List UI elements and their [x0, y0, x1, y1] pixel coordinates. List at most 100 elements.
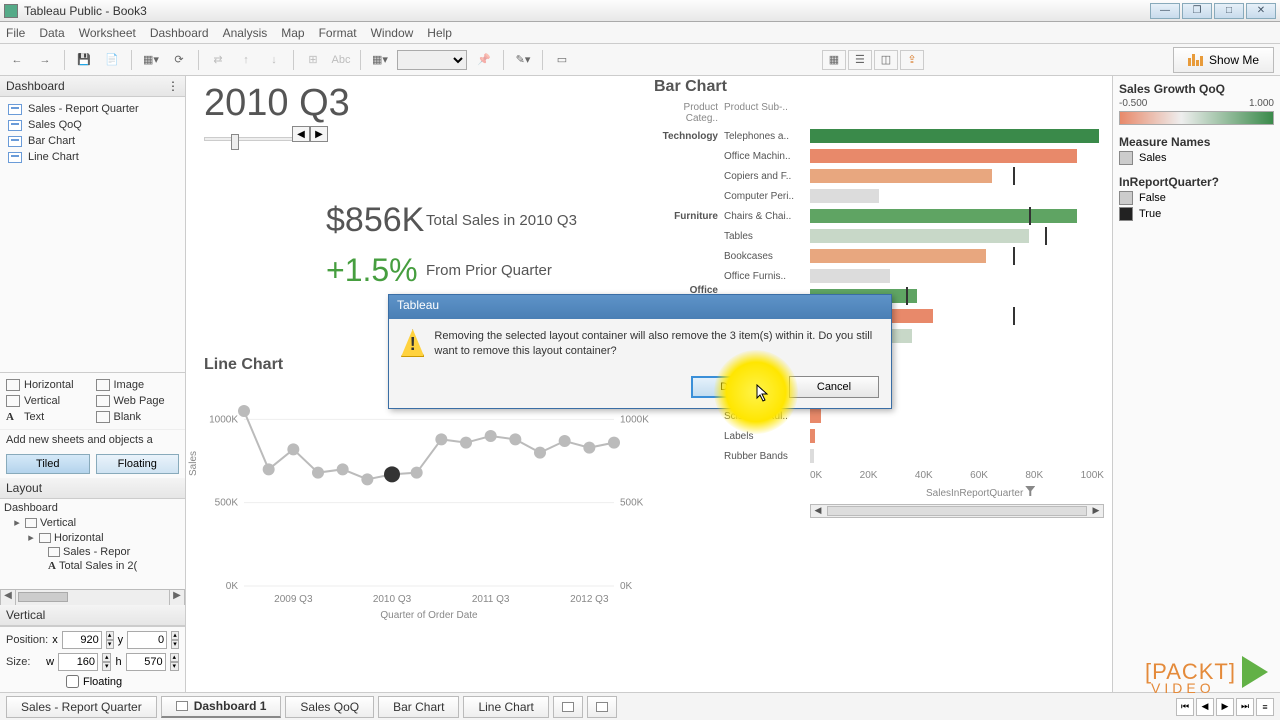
- tab-prev-button[interactable]: ◀: [1196, 698, 1214, 716]
- highlight-button[interactable]: ✎▾: [512, 49, 534, 71]
- new-dashboard-button[interactable]: [587, 696, 617, 718]
- tab-bar-chart[interactable]: Bar Chart: [378, 696, 459, 718]
- sheet-item[interactable]: Sales QoQ: [4, 117, 181, 133]
- swap-button[interactable]: ⇄: [207, 49, 229, 71]
- datasource-button[interactable]: ▦▾: [140, 49, 162, 71]
- bar-row[interactable]: Tables: [654, 226, 1104, 246]
- object-horizontal[interactable]: Horizontal: [6, 379, 90, 391]
- prev-quarter-button[interactable]: ◀: [292, 126, 310, 142]
- legend-swatch: [1119, 207, 1133, 221]
- tab-last-button[interactable]: ⏭: [1236, 698, 1254, 716]
- tree-row[interactable]: Dashboard: [4, 501, 181, 515]
- label-button[interactable]: Abc: [330, 49, 352, 71]
- tab-dashboard1[interactable]: Dashboard 1: [161, 696, 282, 718]
- delete-button[interactable]: Delete: [691, 376, 781, 398]
- bar-row[interactable]: Labels: [654, 426, 1104, 446]
- menu-dashboard[interactable]: Dashboard: [150, 26, 209, 40]
- view-grid-icon[interactable]: ▦: [822, 50, 846, 70]
- legend-swatch: [1119, 151, 1133, 165]
- floating-checkbox[interactable]: [66, 675, 79, 688]
- sheet-item[interactable]: Bar Chart: [4, 133, 181, 149]
- bar-row[interactable]: Bookcases: [654, 246, 1104, 266]
- back-button[interactable]: ←: [6, 49, 28, 71]
- fit-select[interactable]: [397, 50, 467, 70]
- tree-row[interactable]: ▸Horizontal: [4, 530, 181, 545]
- chevron-down-icon[interactable]: ▸: [12, 516, 22, 529]
- object-text[interactable]: AText: [6, 411, 90, 423]
- show-me-button[interactable]: Show Me: [1173, 47, 1274, 73]
- legend-item-false[interactable]: False: [1119, 191, 1274, 205]
- menu-help[interactable]: Help: [427, 26, 452, 40]
- svg-text:500K: 500K: [215, 498, 239, 509]
- menu-analysis[interactable]: Analysis: [223, 26, 268, 40]
- view-list-icon[interactable]: ☰: [848, 50, 872, 70]
- view-card-icon[interactable]: ◫: [874, 50, 898, 70]
- pin-button[interactable]: 📌: [473, 49, 495, 71]
- sheet-item[interactable]: Sales - Report Quarter: [4, 101, 181, 117]
- presentation-button[interactable]: ▭: [551, 49, 573, 71]
- bar-row[interactable]: Scissors, Rul..: [654, 406, 1104, 426]
- forward-button[interactable]: →: [34, 49, 56, 71]
- bar-row[interactable]: Computer Peri..: [654, 186, 1104, 206]
- tab-line-chart[interactable]: Line Chart: [463, 696, 548, 718]
- save-button[interactable]: 💾: [73, 49, 95, 71]
- restore-button[interactable]: ❐: [1182, 3, 1212, 19]
- tiled-button[interactable]: Tiled: [6, 454, 90, 474]
- spinner[interactable]: ▴▾: [106, 631, 114, 649]
- bar-hscroll[interactable]: ◀▶: [810, 504, 1104, 518]
- object-vertical[interactable]: Vertical: [6, 395, 90, 407]
- refresh-button[interactable]: ⟳: [168, 49, 190, 71]
- object-webpage[interactable]: Web Page: [96, 395, 180, 407]
- spinner[interactable]: ▴▾: [102, 653, 111, 671]
- bar-col1: Product Categ..: [654, 102, 724, 124]
- new-button[interactable]: 📄: [101, 49, 123, 71]
- line-chart[interactable]: 0K0K500K500K1000K1000K2009 Q32010 Q32011…: [204, 376, 654, 626]
- upload-icon[interactable]: ⇪: [900, 50, 924, 70]
- maximize-button[interactable]: □: [1214, 3, 1244, 19]
- menu-format[interactable]: Format: [319, 26, 357, 40]
- legend-item[interactable]: Sales: [1119, 151, 1274, 165]
- pos-x-input[interactable]: [62, 631, 102, 649]
- tree-hscroll[interactable]: ◀▶: [0, 589, 185, 605]
- panel-menu-icon[interactable]: ⋮: [167, 79, 179, 93]
- sort-asc-button[interactable]: ↑: [235, 49, 257, 71]
- spinner[interactable]: ▴▾: [171, 631, 179, 649]
- menu-data[interactable]: Data: [39, 26, 64, 40]
- sheet-item[interactable]: Line Chart: [4, 149, 181, 165]
- floating-button[interactable]: Floating: [96, 454, 180, 474]
- chevron-down-icon[interactable]: ▸: [26, 531, 36, 544]
- bar-row[interactable]: Copiers and F..: [654, 166, 1104, 186]
- menu-window[interactable]: Window: [371, 26, 414, 40]
- next-quarter-button[interactable]: ▶: [310, 126, 328, 142]
- tree-row[interactable]: ▸Vertical: [4, 515, 181, 530]
- bar-row[interactable]: Office Furnis..: [654, 266, 1104, 286]
- tree-row[interactable]: ATotal Sales in 2(: [4, 559, 181, 573]
- spinner[interactable]: ▴▾: [170, 653, 179, 671]
- bar-row[interactable]: Office Machin..: [654, 146, 1104, 166]
- pos-y-input[interactable]: [127, 631, 167, 649]
- tree-row[interactable]: Sales - Repor: [4, 545, 181, 559]
- group-button[interactable]: ⊞: [302, 49, 324, 71]
- sort-desc-button[interactable]: ↓: [263, 49, 285, 71]
- new-sheet-button[interactable]: [553, 696, 583, 718]
- chart-type-button[interactable]: ▦▾: [369, 49, 391, 71]
- bar-row[interactable]: Furniture Chairs & Chai..: [654, 206, 1104, 226]
- menu-file[interactable]: File: [6, 26, 25, 40]
- tab-sales-report[interactable]: Sales - Report Quarter: [6, 696, 157, 718]
- minimize-button[interactable]: —: [1150, 3, 1180, 19]
- tab-sales-qoq[interactable]: Sales QoQ: [285, 696, 374, 718]
- legend-item-true[interactable]: True: [1119, 207, 1274, 221]
- object-image[interactable]: Image: [96, 379, 180, 391]
- bar-row[interactable]: Technology Telephones a..: [654, 126, 1104, 146]
- tab-list-button[interactable]: ≡: [1256, 698, 1274, 716]
- size-h-input[interactable]: [126, 653, 166, 671]
- tab-next-button[interactable]: ▶: [1216, 698, 1234, 716]
- size-w-input[interactable]: [58, 653, 98, 671]
- menu-worksheet[interactable]: Worksheet: [79, 26, 136, 40]
- cancel-button[interactable]: Cancel: [789, 376, 879, 398]
- object-blank[interactable]: Blank: [96, 411, 180, 423]
- tab-first-button[interactable]: ⏮: [1176, 698, 1194, 716]
- bar-row[interactable]: Rubber Bands: [654, 446, 1104, 466]
- menu-map[interactable]: Map: [281, 26, 304, 40]
- close-button[interactable]: ✕: [1246, 3, 1276, 19]
